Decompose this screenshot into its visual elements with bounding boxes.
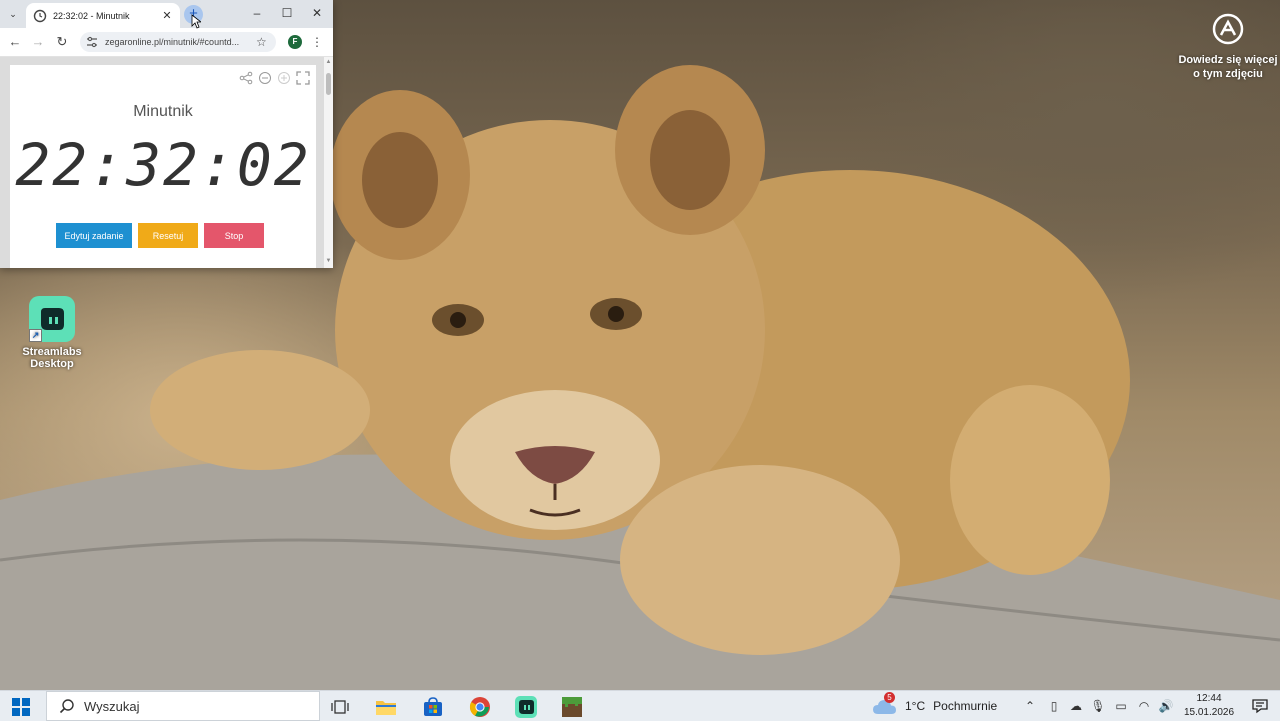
- chrome-icon[interactable]: [468, 695, 492, 719]
- microsoft-store-icon[interactable]: [421, 695, 445, 719]
- shortcut-arrow-icon: ↗: [29, 329, 42, 342]
- cloudy-weather-icon: 5: [872, 692, 898, 716]
- microphone-icon[interactable]: 🎙: [1090, 698, 1106, 714]
- timer-card: Minutnik 22:32:02 Edytuj zadanie Resetuj…: [10, 65, 316, 268]
- scroll-down-icon[interactable]: ▼: [325, 258, 332, 266]
- reset-button[interactable]: Resetuj: [138, 223, 198, 248]
- battery-icon[interactable]: ▭: [1113, 698, 1129, 714]
- taskbar-search[interactable]: Wyszukaj: [46, 691, 320, 721]
- scroll-thumb[interactable]: [326, 73, 331, 95]
- forward-button[interactable]: →: [29, 33, 47, 51]
- weather-description: Pochmurnie: [933, 699, 998, 713]
- scroll-up-icon[interactable]: ▲: [325, 59, 332, 67]
- onedrive-cloud-icon[interactable]: ☁: [1068, 698, 1084, 714]
- timer-tools: [239, 71, 310, 85]
- weather-alert-badge: 5: [884, 692, 895, 703]
- wallpaper-info-link[interactable]: Dowiedz się więcej o tym zdjęciu: [1176, 12, 1280, 81]
- browser-tab-active[interactable]: 22:32:02 - Minutnik ✕: [26, 3, 180, 28]
- streamlabs-icon[interactable]: [514, 695, 538, 719]
- profile-avatar[interactable]: F: [288, 35, 302, 49]
- timer-display: 22:32:02: [15, 131, 311, 199]
- zoom-in-icon[interactable]: [277, 71, 291, 85]
- chevron-down-icon: ⌄: [9, 8, 17, 19]
- more-menu-icon[interactable]: ⋮: [310, 34, 324, 50]
- windows-start-icon[interactable]: [12, 698, 30, 716]
- clock-date: 15.01.2026: [1183, 707, 1235, 718]
- desktop-icon-streamlabs[interactable]: ↗ Streamlabs Desktop: [2, 296, 102, 370]
- search-placeholder: Wyszukaj: [84, 698, 140, 714]
- close-tab-icon[interactable]: ✕: [160, 9, 174, 23]
- minecraft-icon[interactable]: [560, 695, 584, 719]
- system-clock[interactable]: 12:44 15.01.2026: [1178, 692, 1240, 720]
- page-viewport: Minutnik 22:32:02 Edytuj zadanie Resetuj…: [0, 57, 333, 268]
- url-text: zegaronline.pl/minutnik/#countd...: [105, 37, 240, 47]
- back-button[interactable]: ←: [6, 33, 24, 51]
- weather-temperature: 1°C: [905, 699, 926, 713]
- notifications-icon[interactable]: [1252, 698, 1268, 714]
- wallpaper-info-text: Dowiedz się więcej o tym zdjęciu: [1178, 54, 1278, 80]
- page-scrollbar[interactable]: ▲ ▼: [324, 57, 333, 268]
- clock-time: 12:44: [1196, 693, 1222, 704]
- clock-favicon-icon: [33, 9, 47, 22]
- search-icon: [59, 699, 74, 714]
- tab-search-button[interactable]: ⌄: [4, 5, 22, 23]
- volume-icon[interactable]: 🔊: [1158, 698, 1174, 714]
- file-explorer-icon[interactable]: [374, 695, 398, 719]
- streamlabs-icon: ↗: [29, 296, 75, 342]
- timer-title: Minutnik: [133, 103, 193, 120]
- weather-widget[interactable]: 5 1°C Pochmurnie: [872, 691, 997, 721]
- stop-button[interactable]: Stop: [204, 223, 264, 248]
- mouse-cursor-icon: [191, 14, 201, 29]
- zoom-out-icon[interactable]: [258, 71, 272, 85]
- phone-link-icon[interactable]: ▯: [1046, 698, 1062, 714]
- site-info-icon[interactable]: [86, 36, 98, 48]
- browser-toolbar: ← → ↻ zegaronline.pl/minutnik/#countd...…: [0, 28, 333, 57]
- minimize-button[interactable]: –: [247, 4, 267, 22]
- bookmark-star-icon[interactable]: ☆: [256, 35, 267, 49]
- fullscreen-icon[interactable]: [296, 71, 310, 85]
- desktop-icon-label: Streamlabs Desktop: [22, 346, 82, 370]
- edit-task-button[interactable]: Edytuj zadanie: [56, 223, 132, 248]
- browser-window: ⌄ 22:32:02 - Minutnik ✕ + – ☐ ✕ ← → ↻ ze…: [0, 0, 333, 268]
- share-icon[interactable]: [239, 71, 253, 85]
- tab-strip: ⌄ 22:32:02 - Minutnik ✕ + – ☐ ✕: [0, 0, 333, 28]
- show-hidden-icons-chevron-icon[interactable]: ⌃: [1022, 698, 1038, 714]
- camera-info-icon: [1211, 12, 1245, 46]
- maximize-button[interactable]: ☐: [277, 4, 297, 22]
- task-view-icon[interactable]: [328, 695, 352, 719]
- tab-title: 22:32:02 - Minutnik: [53, 10, 130, 21]
- address-bar[interactable]: zegaronline.pl/minutnik/#countd... ☆: [80, 32, 276, 52]
- timer-actions: Edytuj zadanie Resetuj Stop: [56, 223, 264, 248]
- close-window-button[interactable]: ✕: [307, 4, 327, 22]
- wifi-icon[interactable]: ◠: [1136, 698, 1152, 714]
- reload-button[interactable]: ↻: [53, 33, 71, 51]
- taskbar: Wyszukaj 5 1°C Pochmurnie ⌃ ▯ ☁ 🎙 ▭ ◠ 🔊 …: [0, 690, 1280, 721]
